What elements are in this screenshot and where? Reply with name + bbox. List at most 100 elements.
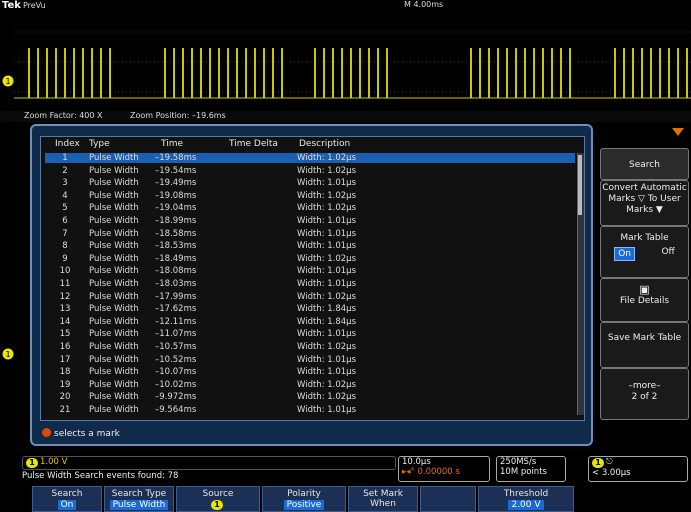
pulse-mark <box>677 48 679 98</box>
table-row[interactable]: 12 Pulse Width –17.99ms Width: 1.02µs <box>45 292 575 302</box>
pulse-mark <box>164 48 166 98</box>
pulse-mark <box>227 48 229 98</box>
convert-marks-button[interactable]: Convert Automatic Marks ▽ To User Marks … <box>600 180 689 226</box>
pulse-mark <box>359 48 361 98</box>
row-description: Width: 1.01µs <box>297 266 357 277</box>
file-details-button[interactable]: ▣ File Details <box>600 278 689 322</box>
mark-table-toggle[interactable]: Mark Table On Off <box>600 226 689 278</box>
table-row[interactable]: 14 Pulse Width –12.11ms Width: 1.84µs <box>45 317 575 327</box>
table-row[interactable]: 3 Pulse Width –19.49ms Width: 1.01µs <box>45 178 575 188</box>
source-button[interactable]: Source 1 <box>176 486 260 512</box>
row-type: Pulse Width <box>89 241 139 252</box>
row-time: –19.08ms <box>155 190 197 201</box>
table-row[interactable]: 15 Pulse Width –11.07ms Width: 1.01µs <box>45 329 575 339</box>
pulse-mark <box>542 48 544 98</box>
row-type: Pulse Width <box>89 316 139 327</box>
search-type-button[interactable]: Search Type Pulse Width <box>104 486 174 512</box>
mark-table-off[interactable]: Off <box>661 247 674 261</box>
table-row[interactable]: 19 Pulse Width –10.02ms Width: 1.02µs <box>45 380 575 390</box>
channel1-marker-icon: 1 <box>2 75 14 87</box>
row-time: –10.52ms <box>155 354 197 365</box>
row-description: Width: 1.02µs <box>297 291 357 302</box>
table-row[interactable]: 18 Pulse Width –10.07ms Width: 1.01µs <box>45 367 575 377</box>
side-menu: Search Convert Automatic Marks ▽ To User… <box>600 148 691 448</box>
table-row[interactable]: 11 Pulse Width –18.03ms Width: 1.01µs <box>45 279 575 289</box>
row-index: 12 <box>59 291 71 302</box>
table-row[interactable]: 2 Pulse Width –19.54ms Width: 1.02µs <box>45 166 575 176</box>
channel1-readout[interactable]: 1 1.00 V <box>22 456 396 470</box>
row-description: Width: 1.02µs <box>297 379 357 390</box>
pulse-mark <box>100 48 102 98</box>
table-row[interactable]: 16 Pulse Width –10.57ms Width: 1.02µs <box>45 342 575 352</box>
pulse-mark <box>686 48 688 98</box>
table-row[interactable]: 8 Pulse Width –18.53ms Width: 1.01µs <box>45 241 575 251</box>
polarity-button[interactable]: Polarity Positive <box>262 486 346 512</box>
row-time: –12.11ms <box>155 316 197 327</box>
save-mark-table-button[interactable]: Save Mark Table <box>600 322 689 368</box>
ch1-badge: 1 <box>26 458 38 468</box>
table-row[interactable]: 21 Pulse Width –9.564ms Width: 1.01µs <box>45 405 575 415</box>
mark-hint: selects a mark <box>42 428 120 439</box>
pulse-mark <box>377 48 379 98</box>
pulse-mark <box>641 48 643 98</box>
pulse-mark <box>218 48 220 98</box>
pulse-mark <box>614 48 616 98</box>
col-time-delta: Time Delta <box>229 139 278 149</box>
row-index: 19 <box>59 379 71 390</box>
row-time: –18.58ms <box>155 228 197 239</box>
table-row[interactable]: 7 Pulse Width –18.58ms Width: 1.01µs <box>45 229 575 239</box>
pulse-mark <box>82 48 84 98</box>
table-row[interactable]: 1 Pulse Width –19.58ms Width: 1.02µs <box>45 153 575 163</box>
more-button[interactable]: –more– 2 of 2 <box>600 368 689 420</box>
row-description: Width: 1.01µs <box>297 354 357 365</box>
row-time: –19.49ms <box>155 178 197 189</box>
pulse-mark <box>236 48 238 98</box>
row-index: 21 <box>59 405 71 415</box>
row-time: –9.564ms <box>155 405 197 415</box>
file-icon: ▣ <box>639 283 650 296</box>
scrollbar-thumb[interactable] <box>578 155 582 215</box>
row-description: Width: 1.01µs <box>297 228 357 239</box>
row-type: Pulse Width <box>89 216 139 226</box>
table-row[interactable]: 9 Pulse Width –18.49ms Width: 1.02µs <box>45 254 575 264</box>
pulse-mark <box>632 48 634 98</box>
pulse-mark <box>497 48 499 98</box>
row-type: Pulse Width <box>89 304 139 315</box>
row-type: Pulse Width <box>89 153 139 163</box>
pulse-mark <box>109 48 111 98</box>
acquisition-readout[interactable]: 250MS/s 10M points <box>496 456 566 482</box>
table-row[interactable]: 10 Pulse Width –18.08ms Width: 1.01µs <box>45 266 575 276</box>
table-row[interactable]: 17 Pulse Width –10.52ms Width: 1.01µs <box>45 355 575 365</box>
row-index: 17 <box>59 354 71 365</box>
pulse-mark <box>254 48 256 98</box>
threshold-button[interactable]: Threshold 2.00 V <box>478 486 574 512</box>
row-time: –18.03ms <box>155 279 197 289</box>
trigger-readout[interactable]: 1 ⎋ < 3.00µs <box>588 456 688 482</box>
table-row[interactable]: 13 Pulse Width –17.62ms Width: 1.84µs <box>45 304 575 314</box>
mark-table-on[interactable]: On <box>614 247 636 261</box>
overview-waveform <box>14 12 691 112</box>
set-mark-when-button[interactable]: Set Mark When <box>348 486 418 512</box>
table-row[interactable]: 5 Pulse Width –19.04ms Width: 1.02µs <box>45 203 575 213</box>
row-index: 2 <box>62 165 68 176</box>
row-time: –17.99ms <box>155 291 197 302</box>
pulse-mark <box>200 48 202 98</box>
mark-table[interactable]: Index Type Time Time Delta Description 1… <box>40 136 585 421</box>
pulse-mark <box>55 48 57 98</box>
pulse-mark <box>272 48 274 98</box>
pulse-icon: ⎋ <box>606 457 613 467</box>
table-row[interactable]: 6 Pulse Width –18.99ms Width: 1.01µs <box>45 216 575 226</box>
svg-text:1: 1 <box>5 77 10 86</box>
row-index: 5 <box>62 203 68 214</box>
table-row[interactable]: 4 Pulse Width –19.08ms Width: 1.02µs <box>45 191 575 201</box>
col-index: Index <box>55 139 80 149</box>
row-time: –9.972ms <box>155 392 197 403</box>
horizontal-readout[interactable]: 10.0µs ▸◂° 0.00000 s <box>398 456 490 482</box>
search-button[interactable]: Search On <box>32 486 102 512</box>
pulse-mark <box>506 48 508 98</box>
row-description: Width: 1.02µs <box>297 190 357 201</box>
table-row[interactable]: 20 Pulse Width –9.972ms Width: 1.02µs <box>45 392 575 402</box>
svg-text:1: 1 <box>5 350 10 359</box>
blank-bottom-button[interactable] <box>420 486 476 512</box>
pulse-mark <box>488 48 490 98</box>
